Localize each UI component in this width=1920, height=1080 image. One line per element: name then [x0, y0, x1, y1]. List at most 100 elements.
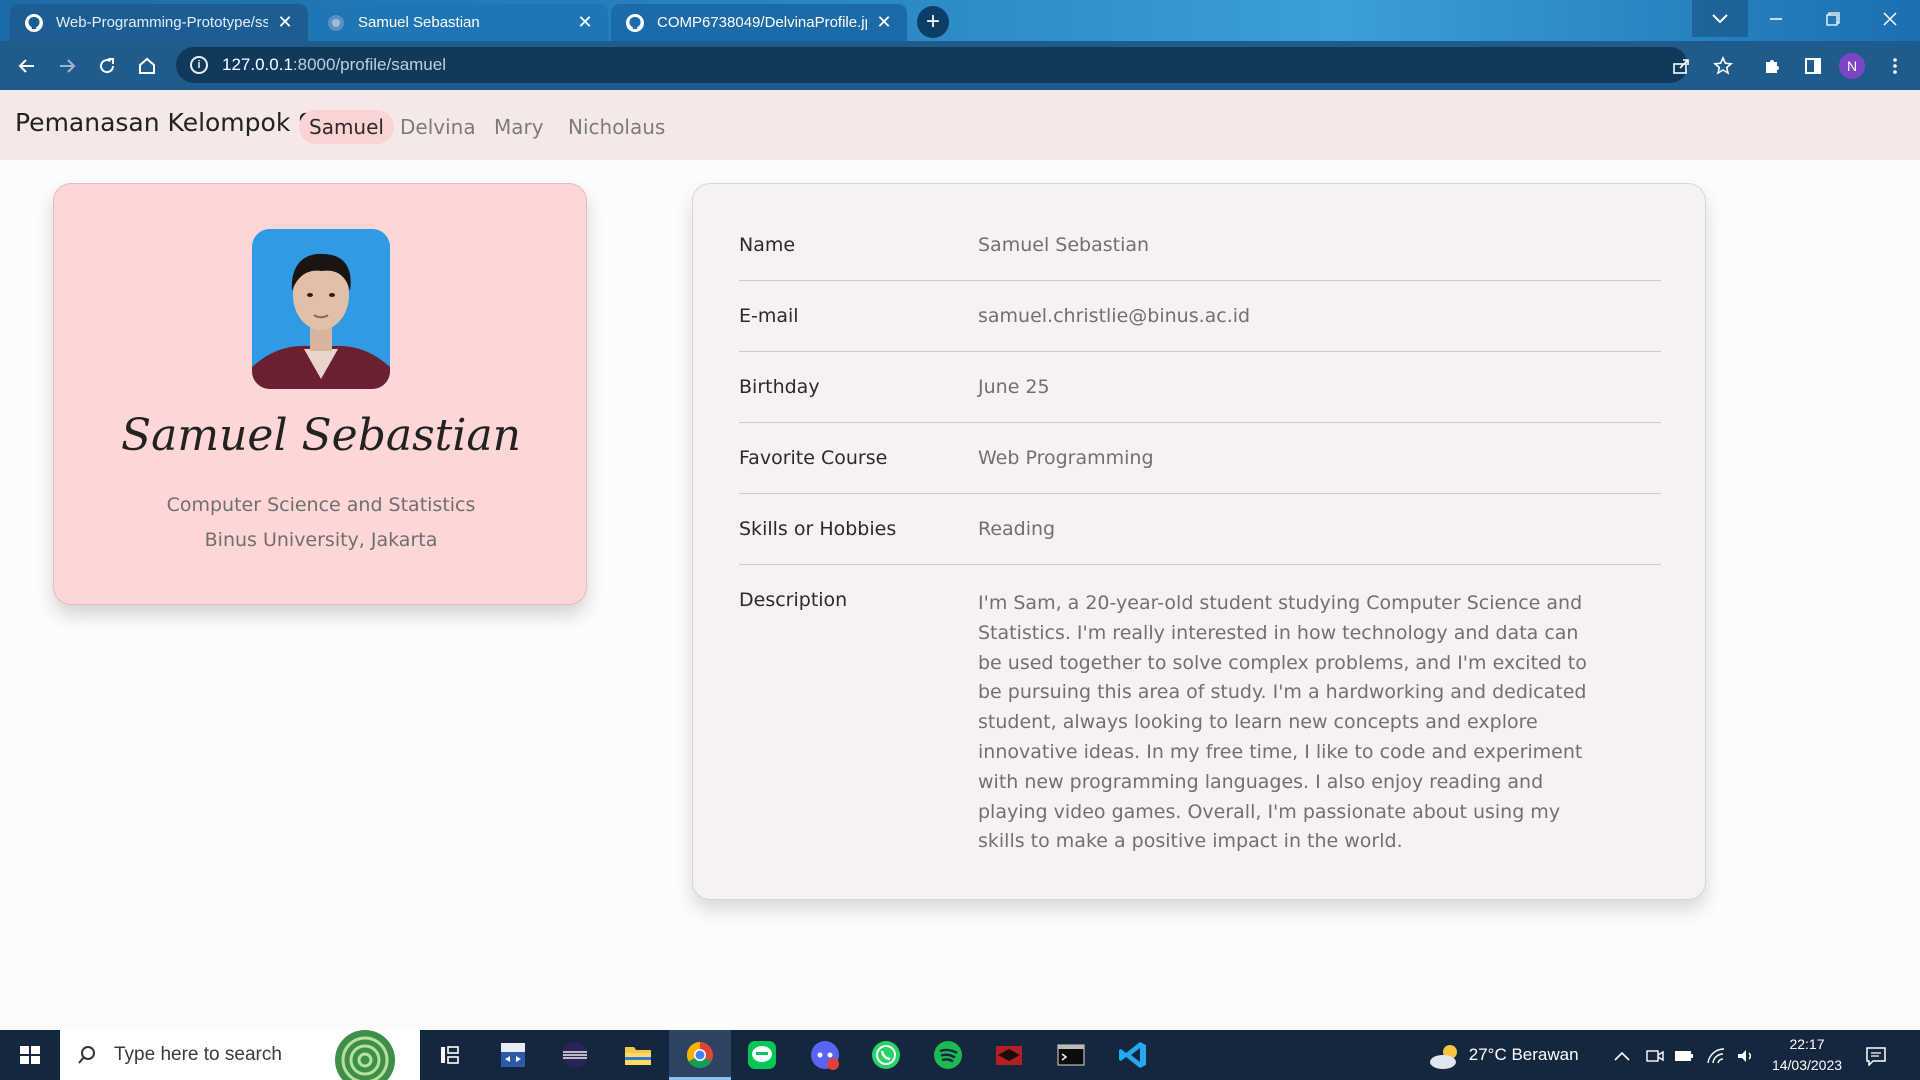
taskbar-app-vscode[interactable]: [1113, 1035, 1153, 1075]
taskbar-app-chrome[interactable]: [669, 1030, 731, 1080]
taskbar-search[interactable]: Type here to search: [60, 1030, 420, 1080]
line-icon: [748, 1041, 776, 1069]
taskbar-app-whatsapp[interactable]: [866, 1035, 906, 1075]
taskbar-app-devc[interactable]: [493, 1035, 533, 1075]
nav-link-delvina[interactable]: Delvina: [390, 110, 486, 144]
home-button[interactable]: [132, 50, 162, 80]
taskbar-app-spotify[interactable]: [928, 1035, 968, 1075]
profile-name: Samuel Sebastian: [120, 410, 522, 461]
wifi-icon: [1707, 1047, 1725, 1063]
minimize-icon: [1770, 18, 1782, 20]
restore-icon: [1826, 12, 1840, 26]
address-bar[interactable]: i 127.0.0.1:8000/profile/samuel: [176, 47, 1688, 83]
extensions-button[interactable]: [1757, 50, 1787, 80]
share-icon: [1673, 58, 1689, 74]
tab-title: Web-Programming-Prototype/ss: [56, 14, 268, 31]
detail-label: Favorite Course: [739, 447, 888, 469]
detail-value: Web Programming: [978, 447, 1154, 469]
new-tab-button[interactable]: +: [917, 6, 949, 38]
close-icon[interactable]: ✕: [574, 12, 596, 33]
close-icon[interactable]: ✕: [274, 12, 296, 33]
volume-control[interactable]: [1736, 1030, 1756, 1080]
folder-icon: [625, 1047, 651, 1065]
battery-indicator[interactable]: [1674, 1030, 1694, 1080]
vscode-icon: [1119, 1042, 1146, 1068]
close-icon[interactable]: ✕: [873, 12, 895, 33]
reload-button[interactable]: [92, 50, 122, 80]
profile-university: Binus University, Jakarta: [204, 529, 438, 551]
restore-button[interactable]: [1805, 0, 1861, 37]
taskbar-app-game[interactable]: [989, 1035, 1029, 1075]
meet-now-button[interactable]: [1646, 1030, 1664, 1080]
reload-icon: [100, 58, 115, 74]
detail-row-description: Description I'm Sam, a 20-year-old stude…: [739, 589, 1661, 869]
detail-row-name: Name Samuel Sebastian: [739, 234, 1661, 281]
person-portrait: [252, 229, 390, 389]
page-icon: [328, 14, 344, 31]
forward-arrow-icon: [60, 59, 76, 73]
home-icon: [139, 57, 155, 75]
nav-link-samuel[interactable]: Samuel: [299, 110, 394, 144]
clock-time: 22:17: [1789, 1036, 1825, 1052]
nav-link-nicholaus[interactable]: Nicholaus: [558, 110, 675, 144]
notification-icon: [1866, 1046, 1886, 1067]
whatsapp-icon: [872, 1041, 900, 1069]
taskbar-app-eclipse[interactable]: [555, 1035, 595, 1075]
windows-taskbar: Type here to search 27°C Berawan 22:17 1…: [0, 1030, 1920, 1080]
taskbar-app-line[interactable]: [742, 1035, 782, 1075]
site-info-icon[interactable]: i: [190, 56, 208, 74]
browser-profile-avatar[interactable]: N: [1839, 53, 1865, 79]
browser-menu-button[interactable]: [1880, 50, 1910, 80]
start-button[interactable]: [0, 1030, 60, 1080]
clock-date: 14/03/2023: [1771, 1057, 1843, 1073]
detail-value: I'm Sam, a 20-year-old student studying …: [978, 592, 1587, 853]
task-view-icon: [441, 1046, 459, 1064]
show-hidden-icons-button[interactable]: [1614, 1030, 1630, 1080]
share-button[interactable]: [1666, 50, 1696, 80]
game-icon: [996, 1046, 1022, 1065]
weather-widget[interactable]: 27°C Berawan: [1428, 1030, 1579, 1080]
tab-title: Samuel Sebastian: [358, 14, 480, 31]
spotify-icon: [934, 1041, 962, 1069]
more-vert-icon: [1893, 57, 1897, 74]
tab-delvina-profile[interactable]: COMP6738049/DelvinaProfile.jpg ✕: [611, 4, 907, 41]
tab-samuel-sebastian[interactable]: Samuel Sebastian ✕: [312, 4, 608, 41]
github-icon: [626, 13, 644, 32]
network-indicator[interactable]: [1706, 1030, 1726, 1080]
camera-icon: [1646, 1049, 1664, 1062]
detail-label: Skills or Hobbies: [739, 518, 897, 540]
notifications-button[interactable]: [1865, 1030, 1887, 1080]
star-icon: [1713, 55, 1733, 75]
detail-row-birthday: Birthday June 25: [739, 376, 1661, 423]
battery-icon: [1675, 1050, 1693, 1061]
taskbar-clock[interactable]: 22:17 14/03/2023: [1762, 1034, 1852, 1076]
detail-value: samuel.christlie@binus.ac.id: [978, 305, 1251, 327]
chrome-icon: [669, 1041, 731, 1080]
detail-row-email: E-mail samuel.christlie@binus.ac.id: [739, 305, 1661, 352]
profile-major: Computer Science and Statistics: [166, 494, 476, 516]
taskbar-app-terminal[interactable]: [1051, 1035, 1091, 1075]
site-brand[interactable]: Pemanasan Kelompok 9: [15, 108, 314, 137]
detail-row-favorite-course: Favorite Course Web Programming: [739, 447, 1661, 494]
taskbar-app-file-explorer[interactable]: [618, 1035, 658, 1075]
url-host: 127.0.0.1: [222, 55, 293, 74]
nav-link-mary[interactable]: Mary: [484, 110, 554, 144]
back-button[interactable]: [12, 50, 42, 80]
forward-button[interactable]: [52, 50, 82, 80]
url-path: :8000/profile/samuel: [292, 55, 446, 74]
taskbar-app-discord[interactable]: [805, 1035, 845, 1075]
url-text: 127.0.0.1:8000/profile/samuel: [222, 55, 446, 75]
side-panel-button[interactable]: [1798, 50, 1828, 80]
site-navbar: Pemanasan Kelompok 9 Samuel Delvina Mary…: [0, 90, 1920, 160]
close-window-button[interactable]: [1862, 0, 1918, 37]
close-icon: [1883, 12, 1897, 26]
task-view-button[interactable]: [430, 1035, 470, 1075]
minimize-button[interactable]: [1748, 0, 1804, 37]
tab-search-button[interactable]: [1692, 0, 1748, 37]
search-placeholder: Type here to search: [114, 1044, 282, 1065]
detail-value: June 25: [978, 376, 1050, 398]
bookmark-button[interactable]: [1708, 50, 1738, 80]
weather-text: 27°C Berawan: [1468, 1045, 1579, 1064]
tab-github-prototype[interactable]: Web-Programming-Prototype/ss ✕: [10, 4, 308, 41]
profile-photo: [252, 229, 390, 389]
